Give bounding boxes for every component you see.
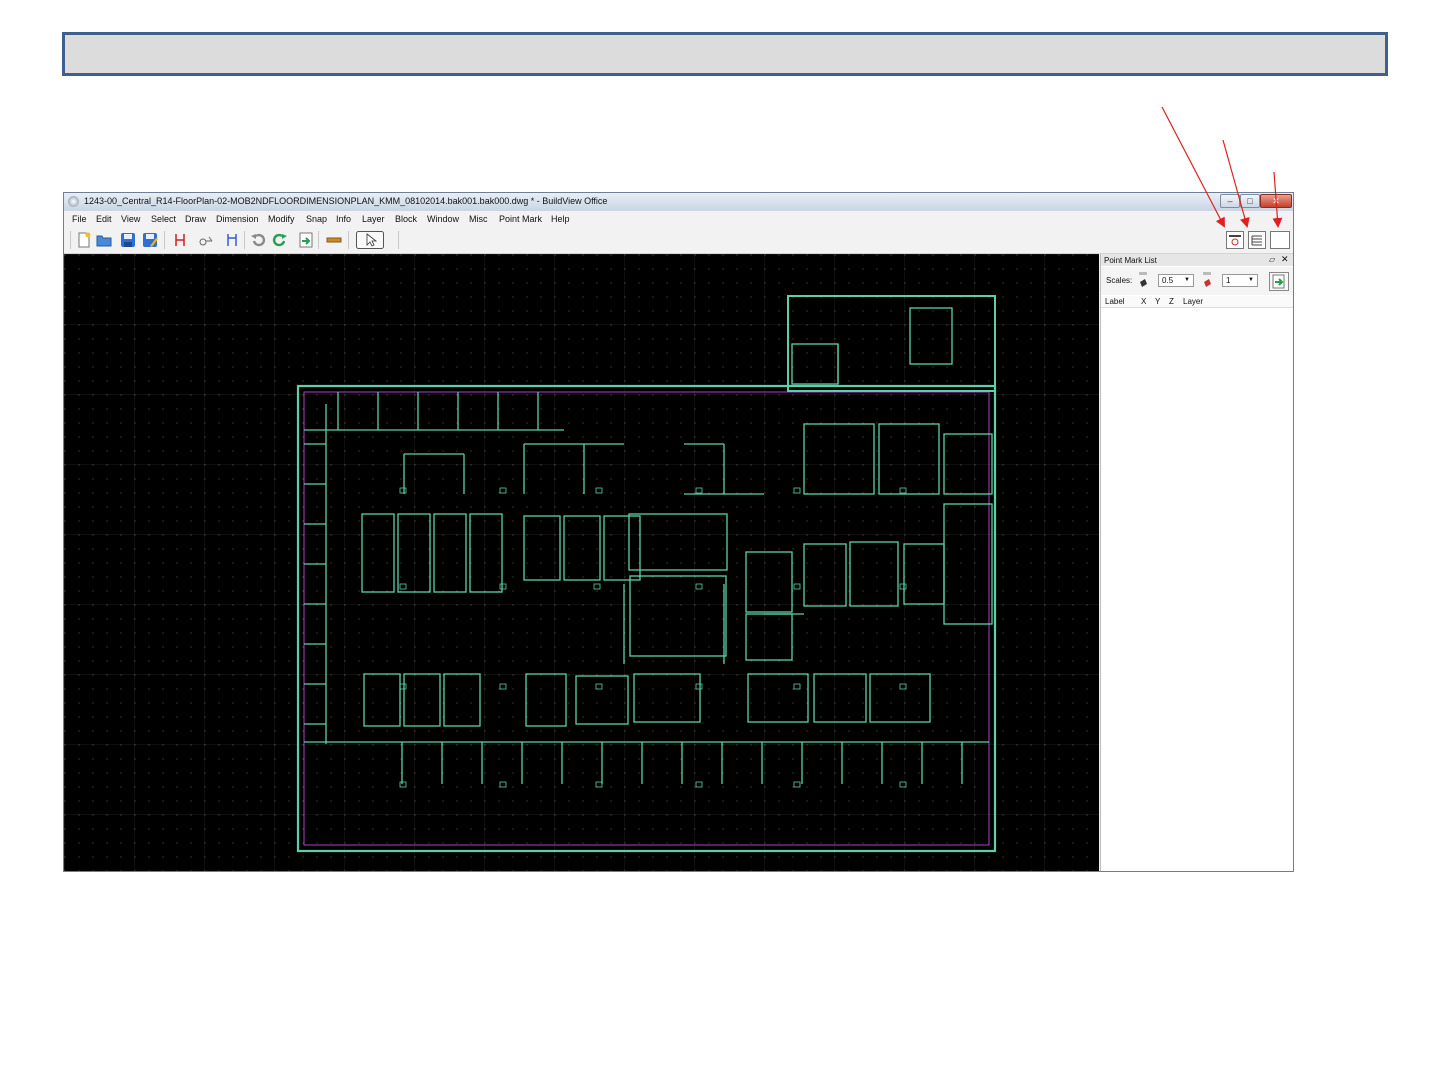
blank-panel-icon[interactable] bbox=[1270, 231, 1290, 249]
menu-point-mark[interactable]: Point Mark bbox=[499, 214, 542, 224]
title-bar: 1243-00_Central_R14-FloorPlan-02-MOB2NDF… bbox=[64, 193, 1293, 211]
close-icon[interactable]: ✕ bbox=[1281, 254, 1289, 265]
measure-icon[interactable] bbox=[198, 232, 214, 248]
menu-snap[interactable]: Snap bbox=[306, 214, 327, 224]
menu-info[interactable]: Info bbox=[336, 214, 351, 224]
menu-block[interactable]: Block bbox=[395, 214, 417, 224]
scale1-value: 0.5 bbox=[1162, 276, 1174, 285]
toolbar-separator bbox=[398, 231, 399, 249]
point-mark-columns: Label X Y Z Layer bbox=[1101, 296, 1293, 308]
column-label: Label bbox=[1105, 297, 1125, 306]
redo-icon[interactable] bbox=[272, 232, 288, 248]
column-y: Y bbox=[1155, 297, 1161, 306]
pointer-icon[interactable] bbox=[356, 231, 384, 249]
toolbar-separator bbox=[164, 231, 165, 249]
scale2-select[interactable]: 1 ▼ bbox=[1222, 274, 1258, 287]
panel-title: Point Mark List bbox=[1104, 256, 1157, 265]
scale-y-icon bbox=[1203, 272, 1211, 287]
main-toolbar bbox=[64, 227, 1293, 254]
ruler-icon[interactable] bbox=[326, 232, 342, 248]
floor-plan-drawing[interactable] bbox=[64, 254, 1099, 872]
buildview-window: 1243-00_Central_R14-FloorPlan-02-MOB2NDF… bbox=[63, 192, 1294, 872]
scale1-select[interactable]: 0.5 ▼ bbox=[1158, 274, 1194, 287]
point-mark-panel: Point Mark List ▱ ✕ Scales: 0.5 ▼ 1 ▼ Labe… bbox=[1100, 254, 1293, 871]
toolbar-separator bbox=[348, 231, 349, 249]
new-file-icon[interactable] bbox=[76, 232, 92, 248]
column-z: Z bbox=[1169, 297, 1174, 306]
save-as-icon[interactable] bbox=[142, 232, 158, 248]
export-icon bbox=[1272, 274, 1285, 289]
slide-header-banner bbox=[62, 32, 1388, 76]
menu-window[interactable]: Window bbox=[427, 214, 459, 224]
import-icon[interactable] bbox=[298, 232, 314, 248]
list-view-icon[interactable] bbox=[1248, 231, 1266, 249]
dimension-icon[interactable] bbox=[224, 232, 240, 248]
open-folder-icon[interactable] bbox=[96, 232, 112, 248]
scale-x-icon bbox=[1139, 272, 1147, 287]
menu-file[interactable]: File bbox=[72, 214, 87, 224]
panel-header: Point Mark List ▱ ✕ bbox=[1101, 254, 1293, 266]
menu-select[interactable]: Select bbox=[151, 214, 176, 224]
scales-label: Scales: bbox=[1106, 276, 1133, 285]
toolbar-separator bbox=[318, 231, 319, 249]
menu-misc[interactable]: Misc bbox=[469, 214, 488, 224]
menu-view[interactable]: View bbox=[121, 214, 140, 224]
minimize-button[interactable]: – bbox=[1220, 194, 1240, 208]
drawing-canvas[interactable] bbox=[64, 254, 1099, 872]
export-button[interactable] bbox=[1269, 272, 1289, 291]
maximize-button[interactable]: □ bbox=[1240, 194, 1260, 208]
toolbar-separator bbox=[244, 231, 245, 249]
dimension-icon[interactable] bbox=[172, 232, 188, 248]
menu-draw[interactable]: Draw bbox=[185, 214, 206, 224]
menu-help[interactable]: Help bbox=[551, 214, 570, 224]
close-button[interactable]: ✕ bbox=[1260, 194, 1292, 208]
menu-modify[interactable]: Modify bbox=[268, 214, 295, 224]
menu-bar: File Edit View Select Draw Dimension Mod… bbox=[64, 211, 1293, 227]
point-mark-list-icon[interactable] bbox=[1226, 231, 1244, 249]
float-icon[interactable]: ▱ bbox=[1269, 255, 1275, 264]
app-logo-icon bbox=[68, 196, 79, 207]
menu-layer[interactable]: Layer bbox=[362, 214, 385, 224]
undo-icon[interactable] bbox=[250, 232, 266, 248]
toolbar-separator bbox=[70, 231, 71, 249]
menu-edit[interactable]: Edit bbox=[96, 214, 112, 224]
column-x: X bbox=[1141, 297, 1147, 306]
scales-row: Scales: 0.5 ▼ 1 ▼ bbox=[1101, 267, 1293, 295]
column-layer: Layer bbox=[1183, 297, 1204, 306]
save-icon[interactable] bbox=[120, 232, 136, 248]
menu-dimension[interactable]: Dimension bbox=[216, 214, 259, 224]
scale2-value: 1 bbox=[1226, 276, 1231, 285]
window-title: 1243-00_Central_R14-FloorPlan-02-MOB2NDF… bbox=[84, 196, 608, 206]
